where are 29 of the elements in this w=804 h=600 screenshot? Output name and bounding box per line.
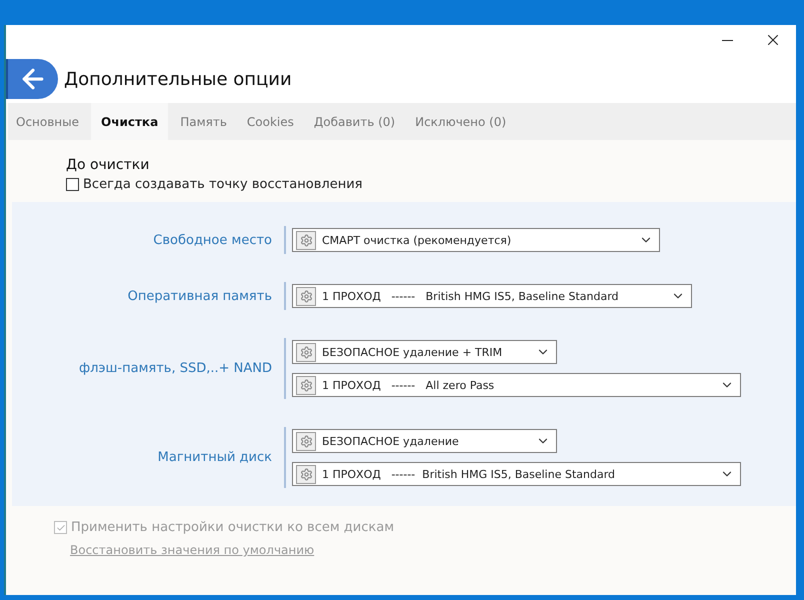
tab[interactable]: Основные — [8, 103, 88, 140]
dropdown[interactable]: 1 ПРОХОД ------ British HMG IS5, Baseline Standard — [292, 284, 692, 308]
gear-icon — [296, 432, 316, 450]
group-label: флэш-память, SSD,..+ NAND — [78, 361, 273, 376]
gear-icon — [296, 230, 316, 250]
checkbox[interactable] — [66, 178, 79, 191]
dropdown[interactable]: БЕЗОПАСНОЕ удаление + TRIM — [292, 340, 557, 364]
gear-icon — [296, 464, 316, 484]
gear-icon — [296, 286, 316, 306]
checkbox-label: Применить настройки очистки ко всем дискам — [71, 520, 394, 535]
group-label: Оперативная память — [126, 288, 273, 304]
group-label: Магнитный диск — [156, 450, 273, 465]
tab[interactable]: Очистка — [91, 103, 168, 140]
dropdown[interactable]: 1 ПРОХОД ------ British HMG IS5, Baseline Standard — [292, 462, 741, 486]
window-title: Дополнительные опции — [64, 68, 292, 90]
checkbox-label: Всегда создавать точку восстановления — [83, 177, 362, 192]
tab[interactable]: Память — [172, 103, 235, 140]
check-icon — [56, 522, 66, 532]
section-heading: До очистки — [66, 157, 150, 173]
gear-icon — [296, 376, 316, 394]
gear-icon — [296, 342, 316, 362]
tab[interactable]: Добавить (0) — [306, 103, 404, 140]
dropdown[interactable]: 1 ПРОХОД ------ All zero Pass — [292, 373, 741, 397]
dropdown[interactable]: СМАРТ очистка (рекомендуется) — [292, 228, 660, 252]
dropdown[interactable]: БЕЗОПАСНОЕ удаление — [292, 429, 557, 453]
tab[interactable]: Исключено (0) — [407, 103, 514, 140]
back-button[interactable] — [6, 59, 58, 99]
tab[interactable]: Cookies — [238, 103, 302, 140]
group-label: Свободное место — [152, 232, 273, 248]
